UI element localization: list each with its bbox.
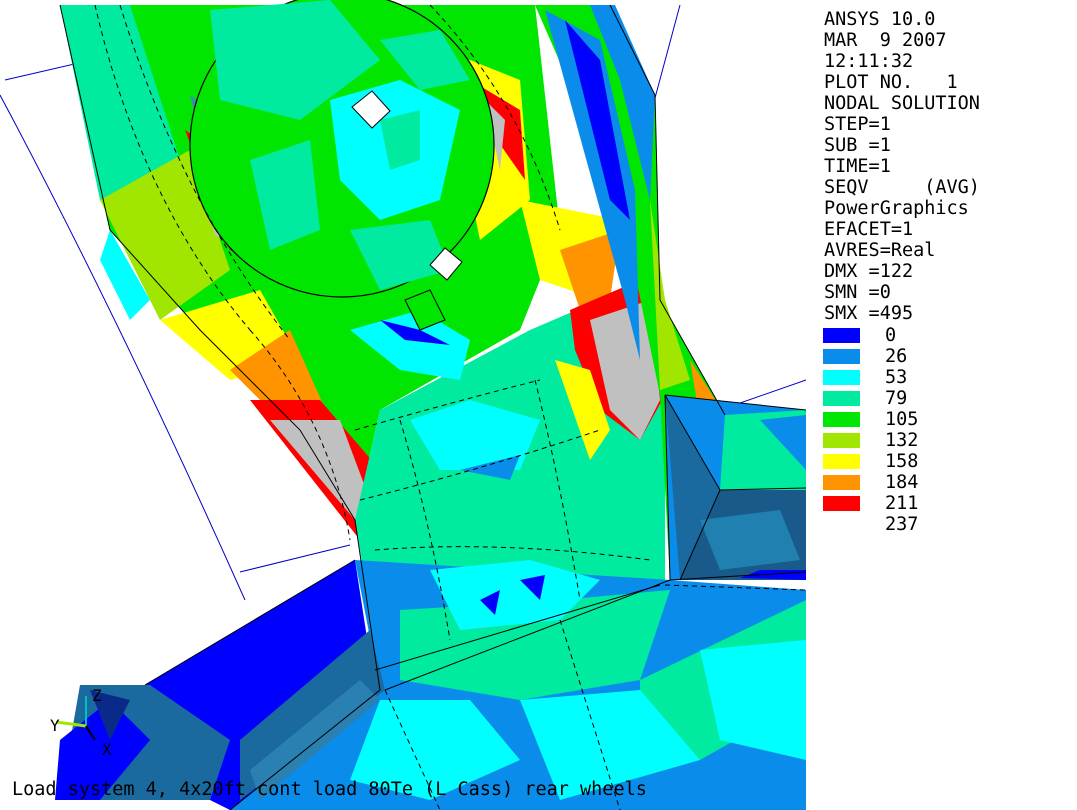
- legend-value: 237: [885, 514, 919, 535]
- info-line-smn: SMN =0: [824, 282, 891, 303]
- legend-swatch: [823, 412, 860, 427]
- legend-value: 0: [885, 325, 897, 346]
- triad-y-label: Y: [50, 716, 60, 735]
- info-line-avres: AVRES=Real: [824, 240, 936, 261]
- info-line-date: MAR 9 2007: [824, 30, 947, 51]
- legend-swatch: [823, 370, 860, 385]
- legend-swatch: [823, 517, 860, 532]
- info-line-time-step: TIME=1: [824, 156, 891, 177]
- legend-swatch: [823, 391, 860, 406]
- info-line-seqv: SEQV (AVG): [824, 177, 980, 198]
- legend-value: 211: [885, 493, 919, 514]
- graphics-viewport[interactable]: Z Y X Load system 4, 4x20ft cont load 80…: [0, 0, 806, 810]
- legend-swatch: [823, 454, 860, 469]
- legend-value: 184: [885, 472, 919, 493]
- info-line-time: 12:11:32: [824, 51, 914, 72]
- legend-value: 158: [885, 451, 919, 472]
- info-line-efacet: EFACET=1: [824, 219, 914, 240]
- legend-value: 26: [885, 346, 908, 367]
- legend-swatch: [823, 475, 860, 490]
- legend-swatch: [823, 433, 860, 448]
- info-line-product: ANSYS 10.0: [824, 9, 936, 30]
- info-line-sub: SUB =1: [824, 135, 891, 156]
- circular-boss: [189, 0, 495, 298]
- legend-swatch: [823, 349, 860, 364]
- legend-value: 79: [885, 388, 908, 409]
- legend-value: 132: [885, 430, 919, 451]
- load-case-caption: Load system 4, 4x20ft cont load 80Te (L …: [12, 779, 647, 800]
- legend-swatch: [823, 328, 860, 343]
- triad-z-label: Z: [92, 686, 102, 705]
- info-line-smx: SMX =495: [824, 303, 914, 324]
- info-line-dmx: DMX =122: [824, 261, 914, 282]
- legend-swatch: [823, 496, 860, 511]
- info-line-step: STEP=1: [824, 114, 891, 135]
- triad-x-label: X: [102, 740, 112, 759]
- legend-value: 105: [885, 409, 919, 430]
- info-line-solution: NODAL SOLUTION: [824, 93, 980, 114]
- contour-plot: [0, 0, 806, 810]
- info-panel: ANSYS 10.0 MAR 9 2007 12:11:32 PLOT NO. …: [806, 0, 1077, 810]
- info-line-powergraphics: PowerGraphics: [824, 198, 969, 219]
- legend-value: 53: [885, 367, 908, 388]
- info-line-plot-no: PLOT NO. 1: [824, 72, 958, 93]
